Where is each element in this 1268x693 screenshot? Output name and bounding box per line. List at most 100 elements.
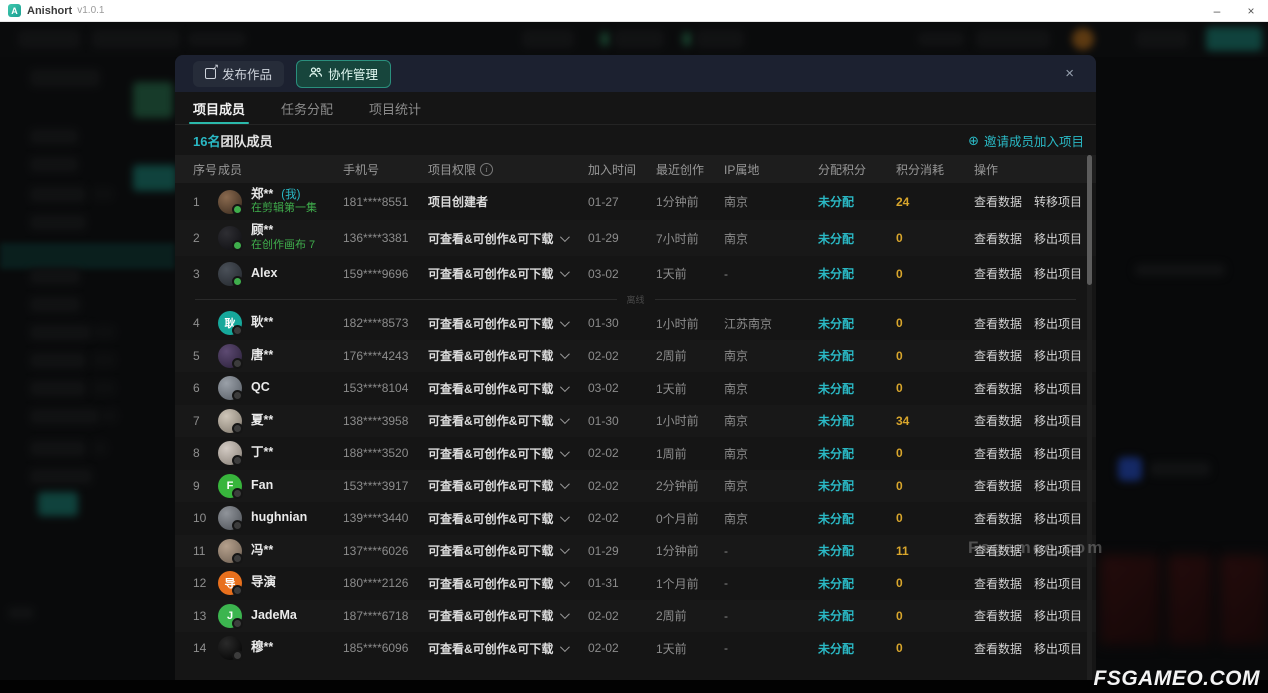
- view-data-link[interactable]: 查看数据: [974, 607, 1022, 624]
- permission-dropdown[interactable]: 可查看&可创作&可下载: [428, 315, 588, 332]
- join-date: 02-02: [588, 641, 656, 655]
- member-cell: QC: [218, 376, 343, 400]
- view-data-link[interactable]: 查看数据: [974, 193, 1022, 210]
- member-cell: 导 导演: [218, 571, 343, 595]
- member-name: 郑**: [251, 187, 273, 201]
- allocate-points-link[interactable]: 未分配: [818, 510, 896, 527]
- publish-work-button[interactable]: 发布作品: [193, 61, 284, 87]
- ip-location: 南京: [724, 347, 818, 364]
- avatar: [218, 506, 242, 530]
- allocate-points-link[interactable]: 未分配: [818, 575, 896, 592]
- chevron-down-icon: [560, 512, 570, 522]
- allocate-points-link[interactable]: 未分配: [818, 640, 896, 657]
- row-actions: 查看数据 移出项目: [974, 380, 1082, 397]
- remove-or-transfer-link[interactable]: 移出项目: [1034, 265, 1082, 282]
- view-data-link[interactable]: 查看数据: [974, 315, 1022, 332]
- tab-project-members[interactable]: 项目成员: [193, 92, 245, 124]
- publish-work-label: 发布作品: [222, 64, 272, 83]
- permission-dropdown[interactable]: 可查看&可创作&可下载: [428, 445, 588, 462]
- allocate-points-link[interactable]: 未分配: [818, 477, 896, 494]
- remove-or-transfer-link[interactable]: 移出项目: [1034, 607, 1082, 624]
- collaboration-manage-button[interactable]: 协作管理: [296, 60, 391, 88]
- remove-or-transfer-link[interactable]: 移出项目: [1034, 575, 1082, 592]
- allocate-points-link[interactable]: 未分配: [818, 542, 896, 559]
- allocate-points-link[interactable]: 未分配: [818, 315, 896, 332]
- view-data-link[interactable]: 查看数据: [974, 412, 1022, 429]
- allocate-points-link[interactable]: 未分配: [818, 607, 896, 624]
- member-name: 导演: [251, 575, 276, 589]
- avatar: [218, 636, 242, 660]
- tab-task-assignment[interactable]: 任务分配: [281, 92, 333, 124]
- info-icon[interactable]: i: [480, 163, 493, 176]
- tab-project-stats[interactable]: 项目统计: [369, 92, 421, 124]
- watermark-bold: FSGAMEO.COM: [1094, 667, 1261, 691]
- close-window-button[interactable]: ×: [1234, 0, 1268, 21]
- permission-dropdown[interactable]: 项目创建者: [428, 193, 588, 210]
- allocate-points-link[interactable]: 未分配: [818, 193, 896, 210]
- remove-or-transfer-link[interactable]: 移出项目: [1034, 347, 1082, 364]
- member-name: 耿**: [251, 315, 273, 329]
- permission-dropdown[interactable]: 可查看&可创作&可下载: [428, 380, 588, 397]
- member-cell: 耿 耿**: [218, 311, 343, 335]
- remove-or-transfer-link[interactable]: 移出项目: [1034, 412, 1082, 429]
- col-no: 序号: [193, 161, 218, 178]
- permission-dropdown[interactable]: 可查看&可创作&可下载: [428, 640, 588, 657]
- permission-dropdown[interactable]: 可查看&可创作&可下载: [428, 542, 588, 559]
- view-data-link[interactable]: 查看数据: [974, 575, 1022, 592]
- ip-location: -: [724, 609, 818, 623]
- view-data-link[interactable]: 查看数据: [974, 265, 1022, 282]
- permission-dropdown[interactable]: 可查看&可创作&可下载: [428, 510, 588, 527]
- member-phone: 188****3520: [343, 446, 428, 460]
- member-rows: 1 郑**(我) 在剪辑第一集 181****8551 项目创建者 01-27 …: [175, 183, 1096, 665]
- collaboration-manage-label: 协作管理: [328, 64, 378, 83]
- remove-or-transfer-link[interactable]: 移出项目: [1034, 510, 1082, 527]
- recent-creation: 1天前: [656, 380, 724, 397]
- bottom-strip: [0, 680, 1268, 693]
- permission-dropdown[interactable]: 可查看&可创作&可下载: [428, 265, 588, 282]
- allocate-points-link[interactable]: 未分配: [818, 380, 896, 397]
- permission-dropdown[interactable]: 可查看&可创作&可下载: [428, 477, 588, 494]
- recent-creation: 1小时前: [656, 315, 724, 332]
- view-data-link[interactable]: 查看数据: [974, 380, 1022, 397]
- allocate-points-link[interactable]: 未分配: [818, 445, 896, 462]
- permission-dropdown[interactable]: 可查看&可创作&可下载: [428, 412, 588, 429]
- minimize-button[interactable]: –: [1200, 0, 1234, 21]
- permission-dropdown[interactable]: 可查看&可创作&可下载: [428, 575, 588, 592]
- remove-or-transfer-link[interactable]: 移出项目: [1034, 380, 1082, 397]
- points-used: 0: [896, 511, 974, 525]
- remove-or-transfer-link[interactable]: 移出项目: [1034, 315, 1082, 332]
- ip-location: -: [724, 641, 818, 655]
- remove-or-transfer-link[interactable]: 移出项目: [1034, 477, 1082, 494]
- permission-dropdown[interactable]: 可查看&可创作&可下载: [428, 607, 588, 624]
- view-data-link[interactable]: 查看数据: [974, 477, 1022, 494]
- remove-or-transfer-link[interactable]: 移出项目: [1034, 445, 1082, 462]
- view-data-link[interactable]: 查看数据: [974, 347, 1022, 364]
- view-data-link[interactable]: 查看数据: [974, 510, 1022, 527]
- permission-dropdown[interactable]: 可查看&可创作&可下载: [428, 230, 588, 247]
- allocate-points-link[interactable]: 未分配: [818, 412, 896, 429]
- modal-scrollbar[interactable]: [1087, 155, 1092, 683]
- member-phone: 136****3381: [343, 231, 428, 245]
- invite-member-link[interactable]: ⊕ 邀请成员加入项目: [968, 131, 1084, 150]
- col-joined: 加入时间: [588, 161, 656, 178]
- view-data-link[interactable]: 查看数据: [974, 445, 1022, 462]
- points-used: 34: [896, 414, 974, 428]
- remove-or-transfer-link[interactable]: 转移项目: [1034, 193, 1082, 210]
- join-date: 01-29: [588, 231, 656, 245]
- scrollbar-thumb[interactable]: [1087, 155, 1092, 285]
- table-row: 4 耿 耿** 182****8573 可查看&可创作&可下载 01-30 1小…: [175, 307, 1096, 340]
- member-name: 顾**: [251, 223, 273, 237]
- modal-close-icon[interactable]: ×: [1057, 61, 1082, 86]
- view-data-link[interactable]: 查看数据: [974, 230, 1022, 247]
- allocate-points-link[interactable]: 未分配: [818, 347, 896, 364]
- remove-or-transfer-link[interactable]: 移出项目: [1034, 230, 1082, 247]
- online-status-dot: [232, 585, 243, 596]
- points-used: 0: [896, 446, 974, 460]
- view-data-link[interactable]: 查看数据: [974, 640, 1022, 657]
- permission-dropdown[interactable]: 可查看&可创作&可下载: [428, 347, 588, 364]
- member-name: 唐**: [251, 348, 273, 362]
- member-name: 穆**: [251, 640, 273, 654]
- allocate-points-link[interactable]: 未分配: [818, 230, 896, 247]
- remove-or-transfer-link[interactable]: 移出项目: [1034, 640, 1082, 657]
- allocate-points-link[interactable]: 未分配: [818, 265, 896, 282]
